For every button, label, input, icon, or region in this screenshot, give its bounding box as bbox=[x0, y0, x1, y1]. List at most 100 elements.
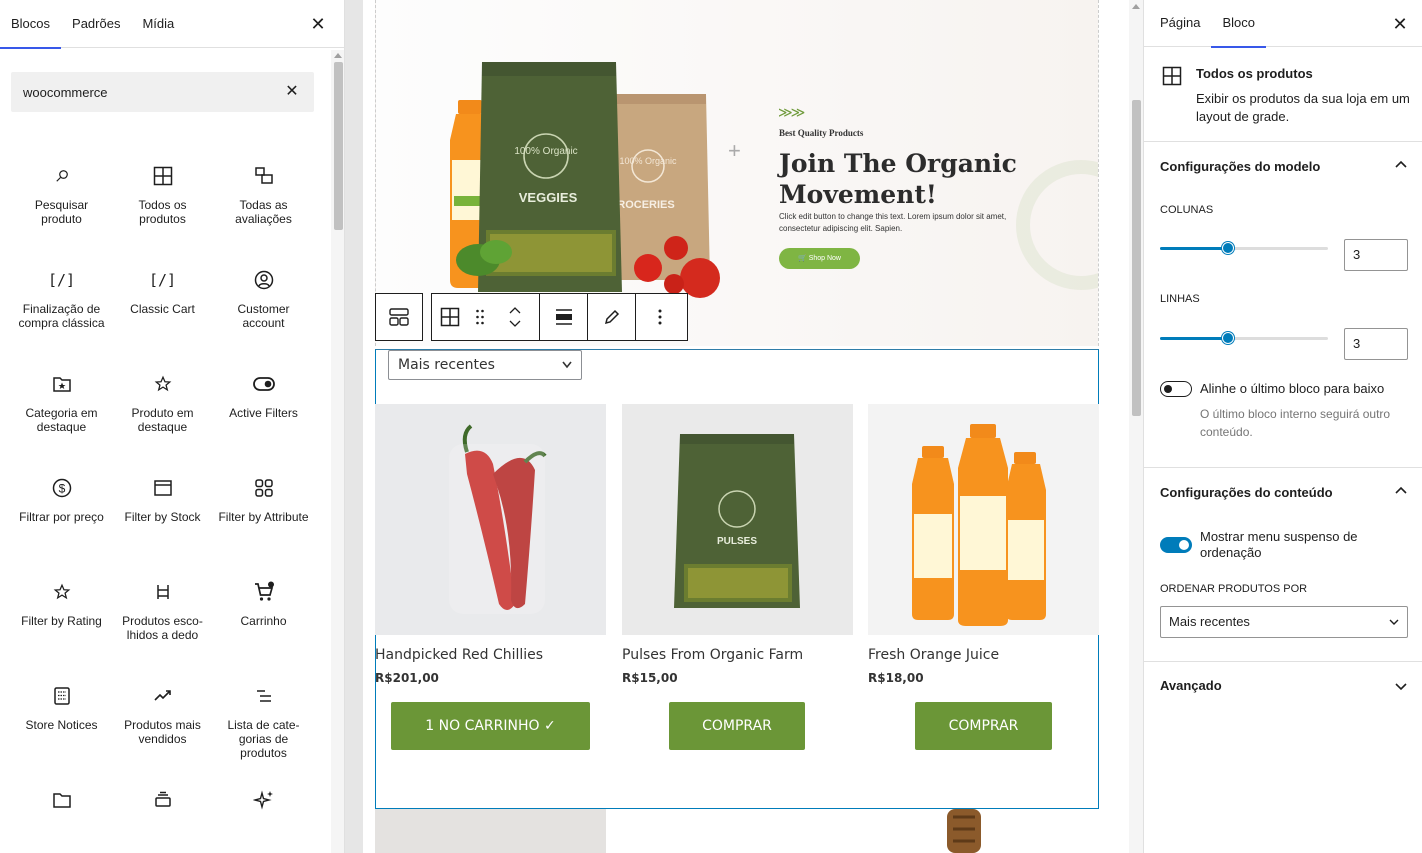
block-item[interactable]: Customer account bbox=[213, 260, 314, 364]
block-item[interactable]: Filter by Rating bbox=[11, 572, 112, 676]
folder-star-icon bbox=[50, 372, 74, 396]
block-item[interactable]: Store Notices bbox=[11, 676, 112, 780]
more-options-button[interactable] bbox=[636, 294, 684, 340]
model-settings-panel-title[interactable]: Configurações do modelo bbox=[1160, 159, 1320, 174]
block-item[interactable]: Produto em destaque bbox=[112, 364, 213, 468]
block-item[interactable]: Pesquisar produto bbox=[11, 156, 112, 260]
block-item[interactable] bbox=[213, 780, 314, 853]
archive-icon bbox=[151, 476, 175, 500]
hero-title: Join The Organic Movement! bbox=[779, 149, 1017, 209]
buy-button[interactable]: COMPRAR bbox=[669, 702, 805, 750]
sort-select-value: Mais recentes bbox=[398, 357, 495, 373]
scrollbar-thumb[interactable] bbox=[334, 62, 343, 230]
block-item-label: Filter by Rating bbox=[21, 614, 102, 628]
block-item-label: Customer account bbox=[237, 302, 290, 330]
clear-search-icon[interactable]: ✕ bbox=[282, 82, 302, 102]
block-item[interactable]: $ Filtrar por preço bbox=[11, 468, 112, 572]
block-item[interactable]: Lista de cate-gorias de produtos bbox=[213, 676, 314, 780]
slider-knob[interactable] bbox=[1222, 332, 1234, 344]
inserter-scrollbar[interactable] bbox=[331, 50, 344, 853]
product-image[interactable]: PULSES bbox=[622, 404, 853, 635]
chevron-down-icon[interactable] bbox=[1394, 679, 1408, 693]
reviews-icon bbox=[252, 164, 276, 188]
block-item[interactable] bbox=[11, 780, 112, 853]
block-item[interactable]: Produtos esco-lhidos a dedo bbox=[112, 572, 213, 676]
slider-fill bbox=[1160, 337, 1228, 340]
block-item-label: Todos os produtos bbox=[138, 198, 187, 226]
slider-knob[interactable] bbox=[1222, 242, 1234, 254]
block-item-label: Filter by Stock bbox=[124, 510, 201, 524]
product-name[interactable]: Handpicked Red Chillies bbox=[375, 647, 606, 663]
columns-label: COLUNAS bbox=[1160, 204, 1214, 216]
close-icon[interactable]: ✕ bbox=[1390, 14, 1410, 34]
grid-icon bbox=[1162, 66, 1182, 86]
canvas-scrollbar[interactable] bbox=[1129, 0, 1143, 853]
move-up-icon[interactable] bbox=[509, 307, 521, 314]
show-sort-dropdown-toggle[interactable] bbox=[1160, 537, 1192, 553]
product-name[interactable]: Fresh Orange Juice bbox=[868, 647, 1099, 663]
shortcode-icon: [/] bbox=[148, 271, 177, 289]
move-down-icon[interactable] bbox=[509, 320, 521, 327]
block-item[interactable]: Carrinho bbox=[213, 572, 314, 676]
block-item[interactable]: Filter by Stock bbox=[112, 468, 213, 572]
block-item[interactable] bbox=[112, 780, 213, 853]
columns-slider[interactable] bbox=[1160, 238, 1328, 258]
content-settings-panel-title[interactable]: Configurações do conteúdo bbox=[1160, 485, 1333, 500]
hand-picked-icon bbox=[151, 580, 175, 604]
edit-button[interactable] bbox=[588, 294, 636, 340]
tab-page[interactable]: Página bbox=[1149, 0, 1211, 47]
shortcode-icon: [/] bbox=[47, 271, 76, 289]
scroll-up-arrow[interactable] bbox=[334, 53, 342, 58]
scrollbar-thumb[interactable] bbox=[1132, 100, 1141, 416]
align-last-block-toggle[interactable] bbox=[1160, 381, 1192, 397]
shop-now-button[interactable]: 🛒 Shop Now bbox=[779, 248, 860, 269]
rows-input[interactable]: 3 bbox=[1344, 328, 1408, 360]
sparkle-icon bbox=[252, 788, 276, 812]
add-block-plus-icon[interactable]: + bbox=[728, 138, 741, 164]
category-grid-icon bbox=[252, 476, 276, 500]
block-item[interactable]: Todos os produtos bbox=[112, 156, 213, 260]
tab-blocks[interactable]: Blocos bbox=[0, 0, 62, 49]
block-item[interactable]: Categoria em destaque bbox=[11, 364, 112, 468]
all-products-block[interactable]: Mais recentes Handpicked Red Chillies R$… bbox=[375, 349, 1099, 809]
tab-block[interactable]: Bloco bbox=[1211, 0, 1266, 48]
rows-slider[interactable] bbox=[1160, 328, 1328, 348]
close-icon[interactable]: ✕ bbox=[308, 14, 328, 34]
in-cart-button[interactable]: 1 NO CARRINHO ✓ bbox=[391, 702, 590, 750]
sort-select[interactable]: Mais recentes bbox=[388, 350, 582, 380]
notice-icon bbox=[50, 684, 74, 708]
block-switcher-button[interactable] bbox=[376, 294, 422, 340]
order-products-select[interactable]: Mais recentes bbox=[1160, 606, 1408, 638]
block-mover-group bbox=[432, 294, 540, 340]
chevron-up-icon[interactable] bbox=[1394, 158, 1408, 172]
block-search: ✕ bbox=[11, 72, 314, 112]
block-item[interactable]: Active Filters bbox=[213, 364, 314, 468]
columns-input[interactable]: 3 bbox=[1344, 239, 1408, 271]
advanced-panel-title[interactable]: Avançado bbox=[1160, 678, 1222, 693]
tab-media[interactable]: Mídia bbox=[131, 0, 185, 48]
block-search-input[interactable] bbox=[11, 72, 261, 112]
drag-handle-icon[interactable] bbox=[468, 309, 492, 325]
block-item-label: Todas as avaliações bbox=[235, 198, 292, 226]
block-item[interactable]: [/] Finalização de compra clássica bbox=[11, 260, 112, 364]
tab-patterns[interactable]: Padrões bbox=[61, 0, 131, 48]
block-item-label: Categoria em destaque bbox=[25, 406, 98, 434]
block-item[interactable]: Filter by Attribute bbox=[213, 468, 314, 572]
chevron-up-icon[interactable] bbox=[1394, 484, 1408, 498]
block-item[interactable]: [/] Classic Cart bbox=[112, 260, 213, 364]
buy-button[interactable]: COMPRAR bbox=[915, 702, 1052, 750]
product-price: R$18,00 bbox=[868, 671, 924, 685]
align-button[interactable] bbox=[540, 294, 588, 340]
product-name[interactable]: Pulses From Organic Farm bbox=[622, 647, 853, 663]
product-image-partial[interactable] bbox=[867, 809, 1098, 853]
block-item[interactable]: Todas as avaliações bbox=[213, 156, 314, 260]
hero-text: Click edit button to change this text. L… bbox=[779, 212, 1007, 233]
block-item[interactable]: Produtos mais vendidos bbox=[112, 676, 213, 780]
scroll-up-arrow[interactable] bbox=[1132, 4, 1140, 9]
grid-icon[interactable] bbox=[432, 307, 468, 327]
product-image[interactable] bbox=[375, 404, 606, 635]
product-image[interactable] bbox=[868, 404, 1099, 635]
product-image-partial[interactable] bbox=[375, 809, 606, 853]
block-title: Todos os produtos bbox=[1196, 66, 1313, 81]
svg-text:$: $ bbox=[58, 482, 65, 496]
